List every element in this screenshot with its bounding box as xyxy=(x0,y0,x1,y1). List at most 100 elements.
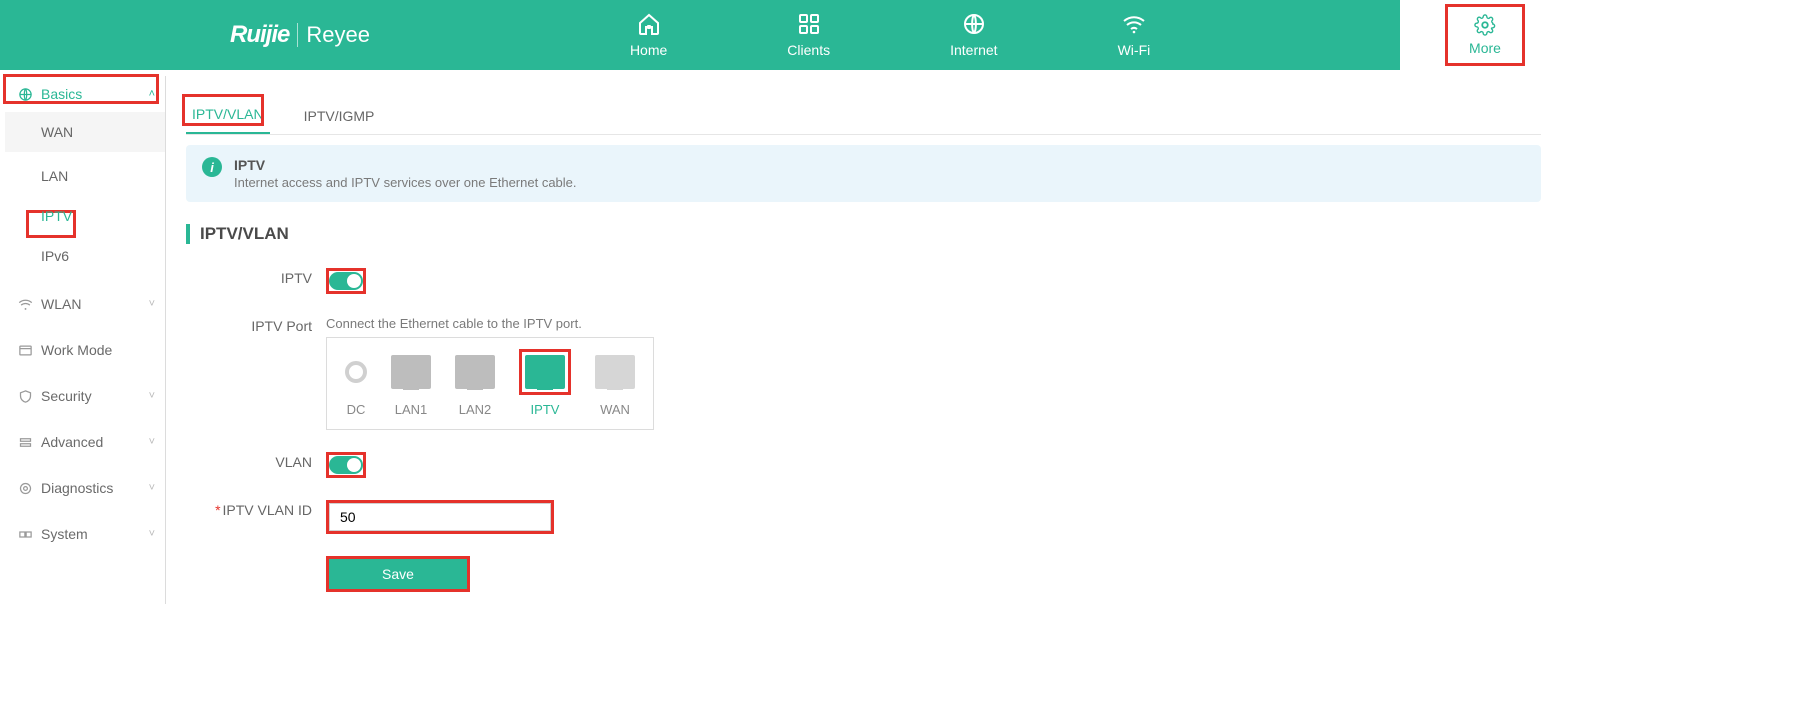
chevron-up-icon: ˄ xyxy=(149,88,155,100)
toggle-knob xyxy=(347,458,361,472)
nav-internet[interactable]: Internet xyxy=(950,12,997,58)
gear-icon xyxy=(1474,14,1496,36)
port-dc-label: DC xyxy=(347,402,366,417)
nav-wifi-label: Wi-Fi xyxy=(1118,42,1151,58)
row-vlan-toggle: VLAN xyxy=(186,452,1541,478)
sidebar-item-ipv6[interactable]: IPv6 xyxy=(5,236,165,276)
sidebar-group-diagnostics[interactable]: Diagnostics ˅ xyxy=(5,470,165,506)
iptv-toggle[interactable] xyxy=(329,272,363,290)
vlan-toggle-highlight xyxy=(326,452,366,478)
globe-small-icon xyxy=(17,86,33,102)
sidebar-iptv-label: IPTV xyxy=(41,208,72,224)
row-save: Save xyxy=(186,556,1541,592)
row-iptv-port: IPTV Port Connect the Ethernet cable to … xyxy=(186,316,1541,430)
info-banner: i IPTV Internet access and IPTV services… xyxy=(186,145,1541,202)
vlan-label: VLAN xyxy=(186,452,326,470)
iptv-toggle-highlight xyxy=(326,268,366,294)
section-title: IPTV/VLAN xyxy=(186,224,1541,244)
vlan-toggle[interactable] xyxy=(329,456,363,474)
sidebar-group-advanced[interactable]: Advanced ˅ xyxy=(5,424,165,460)
sidebar: Basics ˄ WAN LAN IPTV IPv6 WLAN ˅ Work M… xyxy=(5,76,166,604)
logo: Ruijie Reyee xyxy=(230,21,370,49)
port-lan1[interactable]: LAN1 xyxy=(391,350,431,417)
sidebar-ipv6-label: IPv6 xyxy=(41,248,69,264)
workmode-icon xyxy=(17,342,33,358)
row-vlan-id: *IPTV VLAN ID xyxy=(186,500,1541,534)
main-content: IPTV/VLAN IPTV/IGMP i IPTV Internet acce… xyxy=(186,97,1541,614)
chevron-down-icon: ˅ xyxy=(149,528,155,540)
nav-more-highlight: More xyxy=(1445,4,1525,66)
sidebar-basics-label: Basics xyxy=(41,86,82,102)
port-desc: Connect the Ethernet cable to the IPTV p… xyxy=(326,316,654,331)
brand-primary: Ruijie xyxy=(230,21,289,49)
iptv-label: IPTV xyxy=(186,268,326,286)
home-icon xyxy=(637,12,661,36)
ethernet-jack-icon xyxy=(455,355,495,389)
port-lan2[interactable]: LAN2 xyxy=(455,350,495,417)
port-label: IPTV Port xyxy=(186,316,326,334)
port-dc: DC xyxy=(345,350,367,417)
brand-secondary: Reyee xyxy=(306,22,370,48)
tab-iptv-vlan-label: IPTV/VLAN xyxy=(192,106,264,122)
wifi-small-icon xyxy=(17,296,33,312)
chevron-down-icon: ˅ xyxy=(149,482,155,494)
port-iptv-label: IPTV xyxy=(531,402,560,417)
nav-home[interactable]: Home xyxy=(630,12,667,58)
port-wan-label: WAN xyxy=(600,402,630,417)
toggle-knob xyxy=(347,274,361,288)
sidebar-item-wan[interactable]: WAN xyxy=(5,112,165,152)
diagnostics-icon xyxy=(17,480,33,496)
sidebar-group-basics[interactable]: Basics ˄ xyxy=(5,76,165,112)
row-iptv-toggle: IPTV xyxy=(186,268,1541,294)
top-header: Ruijie Reyee Home Clients Internet Wi-Fi xyxy=(0,0,1400,70)
shield-icon xyxy=(17,388,33,404)
dc-icon xyxy=(345,361,367,383)
info-desc: Internet access and IPTV services over o… xyxy=(234,175,577,190)
vlan-id-input[interactable] xyxy=(329,503,551,531)
port-wan[interactable]: WAN xyxy=(595,350,635,417)
vlan-id-highlight xyxy=(326,500,554,534)
port-iptv-highlight xyxy=(519,349,571,395)
nav-clients-label: Clients xyxy=(787,42,830,58)
ethernet-jack-icon xyxy=(525,355,565,389)
sidebar-item-iptv[interactable]: IPTV xyxy=(5,196,165,236)
vlan-id-label: *IPTV VLAN ID xyxy=(186,500,326,518)
save-button-label: Save xyxy=(382,566,414,582)
save-button[interactable]: Save xyxy=(329,559,467,589)
port-iptv[interactable]: IPTV xyxy=(519,350,571,417)
info-text: IPTV Internet access and IPTV services o… xyxy=(234,157,577,190)
nav-home-label: Home xyxy=(630,42,667,58)
sidebar-workmode-label: Work Mode xyxy=(41,342,112,358)
nav-clients[interactable]: Clients xyxy=(787,12,830,58)
sidebar-security-label: Security xyxy=(41,388,92,404)
chevron-down-icon: ˅ xyxy=(149,298,155,310)
form: IPTV IPTV Port Connect the Ethernet cabl… xyxy=(186,268,1541,592)
system-icon xyxy=(17,526,33,542)
port-selector: DC LAN1 LAN2 IPTV xyxy=(326,337,654,430)
sidebar-group-security[interactable]: Security ˅ xyxy=(5,378,165,414)
sidebar-system-label: System xyxy=(41,526,88,542)
sidebar-wlan-label: WLAN xyxy=(41,296,81,312)
info-icon: i xyxy=(202,157,222,177)
sidebar-lan-label: LAN xyxy=(41,168,68,184)
tab-iptv-igmp[interactable]: IPTV/IGMP xyxy=(298,108,381,134)
vlan-id-label-text: IPTV VLAN ID xyxy=(223,502,312,518)
sidebar-diagnostics-label: Diagnostics xyxy=(41,480,113,496)
nav-wifi[interactable]: Wi-Fi xyxy=(1118,12,1151,58)
sidebar-wan-label: WAN xyxy=(41,124,73,140)
sidebar-group-work-mode[interactable]: Work Mode xyxy=(5,332,165,368)
globe-icon xyxy=(962,12,986,36)
nav-more[interactable]: More xyxy=(1469,14,1501,56)
nav-internet-label: Internet xyxy=(950,42,997,58)
sidebar-item-lan[interactable]: LAN xyxy=(5,156,165,196)
tabs: IPTV/VLAN IPTV/IGMP xyxy=(186,97,1541,135)
sidebar-group-wlan[interactable]: WLAN ˅ xyxy=(5,286,165,322)
ethernet-jack-icon xyxy=(391,355,431,389)
chevron-down-icon: ˅ xyxy=(149,436,155,448)
sidebar-group-system[interactable]: System ˅ xyxy=(5,516,165,552)
port-lan2-label: LAN2 xyxy=(459,402,492,417)
top-nav: Home Clients Internet Wi-Fi xyxy=(630,0,1150,70)
chevron-down-icon: ˅ xyxy=(149,390,155,402)
wifi-icon xyxy=(1122,12,1146,36)
tab-iptv-vlan[interactable]: IPTV/VLAN xyxy=(186,106,270,134)
